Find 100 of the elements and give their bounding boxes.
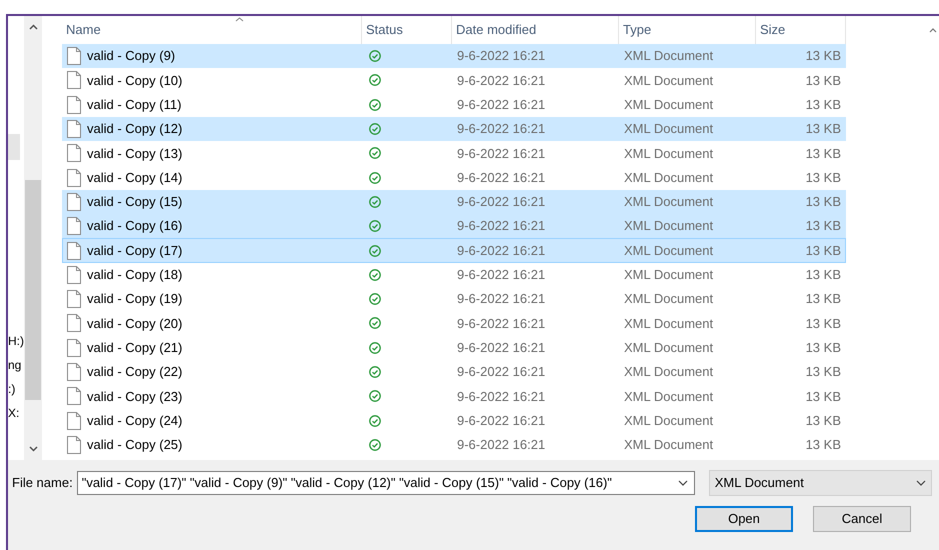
size-cell-text: 13 KB bbox=[804, 314, 842, 333]
size-cell-text: 13 KB bbox=[804, 144, 842, 163]
file-name-field[interactable]: "valid - Copy (17)" "valid - Copy (9)" "valid - Copy (12)" "valid - Copy (15)" "valid - Copy (16)" bbox=[76, 471, 695, 495]
date-cell-text: 9-6-2022 16:21 bbox=[456, 72, 546, 90]
type-cell-text: XML Document bbox=[623, 266, 714, 284]
type-cell-text: XML Document bbox=[623, 47, 714, 66]
size-cell-text: 13 KB bbox=[804, 72, 842, 90]
file-name: valid - Copy (12) bbox=[87, 120, 182, 138]
check-circle-icon bbox=[369, 220, 381, 232]
check-circle-icon bbox=[369, 123, 381, 136]
check-circle-icon bbox=[369, 50, 381, 62]
file-name: valid - Copy (20) bbox=[87, 314, 182, 333]
type-cell-text: XML Document bbox=[623, 217, 714, 236]
type-cell-text: XML Document bbox=[623, 412, 714, 430]
check-circle-icon bbox=[369, 172, 381, 184]
check-circle-icon bbox=[369, 390, 381, 402]
nav-item[interactable]: ng bbox=[8, 358, 22, 372]
nav-item[interactable]: H:) bbox=[8, 334, 24, 348]
file-row[interactable]: valid - Copy (15) 9-6-2022 16:21 XML Document 13 KB bbox=[62, 190, 846, 214]
nav-item[interactable]: X: bbox=[8, 406, 20, 420]
type-cell-text: XML Document bbox=[623, 242, 714, 260]
document-icon bbox=[67, 192, 81, 211]
file-row[interactable]: valid - Copy (9) 9-6-2022 16:21 XML Document 13 KB bbox=[62, 44, 846, 68]
type-cell-text: XML Document bbox=[623, 193, 714, 212]
file-name: valid - Copy (13) bbox=[87, 144, 182, 163]
date-cell-text: 9-6-2022 16:21 bbox=[456, 388, 546, 406]
document-icon bbox=[67, 266, 81, 284]
size-cell-text: 13 KB bbox=[804, 242, 842, 260]
dialog-button[interactable]: Open bbox=[695, 506, 793, 532]
date-cell-text: 9-6-2022 16:21 bbox=[456, 412, 546, 430]
size-cell-text: 13 KB bbox=[804, 436, 842, 454]
date-cell-text: 9-6-2022 16:21 bbox=[456, 242, 546, 260]
size-cell-text: 13 KB bbox=[804, 217, 842, 236]
file-name: valid - Copy (11) bbox=[87, 96, 182, 114]
nav-item[interactable]: :) bbox=[8, 382, 16, 396]
document-icon bbox=[67, 217, 81, 236]
date-cell-text: 9-6-2022 16:21 bbox=[456, 290, 546, 308]
file-name-label: File name: bbox=[12, 474, 73, 492]
document-icon bbox=[67, 120, 81, 138]
document-icon bbox=[67, 436, 81, 454]
check-circle-icon bbox=[369, 317, 381, 330]
document-icon bbox=[67, 387, 81, 406]
document-icon bbox=[67, 314, 81, 332]
file-name: valid - Copy (18) bbox=[87, 266, 182, 284]
dialog-button[interactable]: Cancel bbox=[813, 506, 911, 532]
type-cell-text: XML Document bbox=[623, 72, 714, 90]
date-cell-text: 9-6-2022 16:21 bbox=[456, 193, 546, 212]
size-cell-text: 13 KB bbox=[804, 193, 842, 212]
file-type-dropdown[interactable]: XML Document bbox=[708, 470, 932, 496]
check-circle-icon bbox=[369, 366, 381, 378]
size-cell-text: 13 KB bbox=[804, 363, 842, 382]
type-cell-text: XML Document bbox=[623, 338, 714, 357]
size-cell-text: 13 KB bbox=[804, 412, 842, 430]
sort-ascending-icon bbox=[235, 17, 244, 22]
check-circle-icon bbox=[369, 74, 381, 86]
check-circle-icon bbox=[369, 438, 381, 451]
document-icon bbox=[67, 363, 81, 381]
size-cell-text: 13 KB bbox=[804, 388, 842, 406]
check-circle-icon bbox=[369, 293, 381, 306]
document-icon bbox=[67, 338, 81, 357]
file-name: valid - Copy (19) bbox=[87, 290, 182, 308]
file-name: valid - Copy (17) bbox=[87, 242, 182, 260]
dropdown-caret-icon[interactable] bbox=[678, 480, 688, 486]
check-circle-icon bbox=[369, 196, 381, 208]
date-cell-text: 9-6-2022 16:21 bbox=[456, 144, 546, 163]
file-row[interactable]: valid - Copy (12) 9-6-2022 16:21 XML Document 13 KB bbox=[62, 116, 846, 142]
file-name: valid - Copy (21) bbox=[87, 338, 182, 357]
date-cell-text: 9-6-2022 16:21 bbox=[456, 217, 546, 236]
check-circle-icon bbox=[369, 342, 381, 354]
date-cell-text: 9-6-2022 16:21 bbox=[456, 168, 546, 187]
size-cell-text: 13 KB bbox=[804, 47, 842, 66]
file-name: valid - Copy (23) bbox=[87, 388, 182, 406]
document-icon bbox=[67, 96, 81, 114]
type-cell-text: XML Document bbox=[623, 168, 714, 187]
file-name: valid - Copy (25) bbox=[87, 436, 182, 454]
file-name: valid - Copy (24) bbox=[87, 412, 182, 430]
type-cell-text: XML Document bbox=[623, 314, 714, 333]
document-icon bbox=[67, 71, 81, 90]
document-icon bbox=[67, 412, 81, 430]
check-circle-icon bbox=[369, 98, 381, 111]
scroll-down-icon[interactable] bbox=[28, 446, 38, 452]
scroll-up-icon[interactable] bbox=[929, 28, 937, 33]
type-cell-text: XML Document bbox=[623, 388, 714, 406]
check-circle-icon bbox=[369, 268, 381, 281]
check-circle-icon bbox=[369, 414, 381, 427]
file-row[interactable]: valid - Copy (17) 9-6-2022 16:21 XML Document 13 KB bbox=[62, 238, 846, 263]
size-cell-text: 13 KB bbox=[804, 120, 842, 138]
dropdown-caret-icon bbox=[916, 480, 926, 486]
type-cell-text: XML Document bbox=[623, 144, 714, 163]
type-cell-text: XML Document bbox=[623, 436, 714, 454]
file-row[interactable]: valid - Copy (16) 9-6-2022 16:21 XML Document 13 KB bbox=[62, 214, 846, 238]
type-cell-text: XML Document bbox=[623, 290, 714, 308]
document-icon bbox=[67, 47, 81, 66]
date-cell-text: 9-6-2022 16:21 bbox=[456, 96, 546, 114]
scroll-up-icon[interactable] bbox=[28, 24, 38, 30]
date-cell-text: 9-6-2022 16:21 bbox=[456, 436, 546, 454]
file-row[interactable]: valid - Copy (18) 9-6-2022 16:21 XML Document 13 KB bbox=[62, 262, 846, 287]
scrollbar-thumb[interactable] bbox=[25, 180, 41, 400]
date-cell-text: 9-6-2022 16:21 bbox=[456, 363, 546, 382]
check-circle-icon bbox=[369, 147, 381, 160]
